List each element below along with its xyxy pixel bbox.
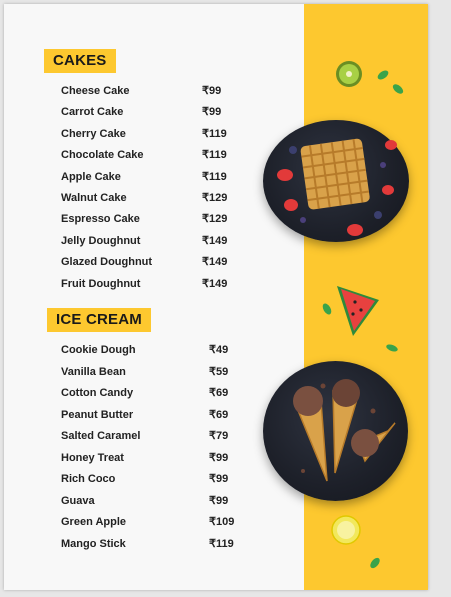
- ice-cream-item-price: ₹99: [209, 494, 229, 507]
- cake-item-name: Cheese Cake: [61, 85, 130, 97]
- cake-item-name: Glazed Doughnut: [61, 256, 153, 269]
- watermelon-slice-icon: [337, 286, 379, 336]
- ice-cream-item-name: Guava: [61, 494, 95, 507]
- cake-item-price: ₹119: [202, 127, 227, 140]
- cake-row: Espresso Cake ₹129: [61, 210, 242, 228]
- lemon-slice-icon: [331, 515, 361, 545]
- mint-leaf-icon: [386, 344, 398, 352]
- mint-leaf-icon: [377, 70, 389, 80]
- ice-cream-row: Vanilla Bean ₹59: [61, 363, 249, 381]
- ice-cream-item-name: Cookie Dough: [61, 344, 136, 356]
- cake-item-name: Chocolate Cake: [61, 149, 144, 162]
- cake-row: Chocolate Cake ₹119: [61, 146, 242, 164]
- cake-item-name: Apple Cake: [61, 170, 121, 183]
- ice-cream-item-name: Honey Treat: [61, 451, 124, 464]
- ice-cream-item-price: ₹59: [209, 365, 229, 378]
- ice-cream-item-price: ₹99: [209, 451, 229, 464]
- ice-cream-row: Cookie Dough ₹49: [61, 341, 249, 359]
- cake-item-price: ₹129: [202, 192, 228, 204]
- cakes-section-title: CAKES: [44, 49, 116, 73]
- mint-leaf-icon: [370, 557, 380, 569]
- mint-leaf-icon: [392, 84, 404, 94]
- ice-cream-item-price: ₹79: [209, 430, 229, 442]
- cake-row: Glazed Doughnut ₹149: [61, 253, 242, 271]
- ice-cream-item-price: ₹99: [209, 473, 229, 485]
- ice-cream-row: Honey Treat ₹99: [61, 449, 249, 467]
- cake-row: Jelly Doughnut ₹149: [61, 232, 242, 250]
- cake-item-name: Walnut Cake: [61, 192, 127, 204]
- cake-row: Cherry Cake ₹119: [61, 125, 242, 143]
- cake-item-price: ₹99: [202, 85, 222, 97]
- ice-cream-item-name: Mango Stick: [61, 537, 126, 550]
- ice-cream-item-price: ₹49: [209, 344, 229, 356]
- ice-cream-plate-image: [263, 361, 408, 501]
- cake-item-name: Fruit Doughnut: [61, 277, 141, 290]
- ice-cream-item-price: ₹69: [209, 387, 229, 399]
- ice-cream-row: Salted Caramel ₹79: [61, 427, 249, 445]
- ice-cream-item-name: Vanilla Bean: [61, 365, 126, 378]
- cake-item-name: Carrot Cake: [61, 106, 124, 119]
- waffle-with-berries-icon: [277, 138, 397, 236]
- ice-cream-item-name: Cotton Candy: [61, 387, 134, 399]
- cake-row: Carrot Cake ₹99: [61, 103, 242, 121]
- ice-cream-item-price: ₹109: [209, 516, 235, 528]
- cake-item-name: Cherry Cake: [61, 127, 126, 140]
- mint-leaf-icon: [322, 303, 332, 315]
- cake-row: Cheese Cake ₹99: [61, 82, 242, 100]
- waffle-plate-image: [263, 120, 409, 242]
- ice-cream-cones-icon: [293, 379, 396, 482]
- cake-row: Fruit Doughnut ₹149: [61, 275, 242, 293]
- cake-item-price: ₹149: [202, 277, 228, 290]
- ice-cream-section-title: ICE CREAM: [47, 308, 151, 332]
- cake-item-price: ₹129: [202, 213, 228, 226]
- ice-cream-row: Guava ₹99: [61, 492, 249, 510]
- ice-cream-item-name: Peanut Butter: [61, 408, 134, 421]
- cake-row: Walnut Cake ₹129: [61, 189, 242, 207]
- cake-item-price: ₹119: [202, 149, 227, 162]
- cake-item-name: Espresso Cake: [61, 213, 140, 226]
- cake-row: Apple Cake ₹119: [61, 168, 242, 186]
- ice-cream-item-price: ₹119: [209, 537, 234, 550]
- ice-cream-item-name: Salted Caramel: [61, 430, 141, 442]
- kiwi-slice-icon: [336, 61, 362, 87]
- cake-item-price: ₹149: [202, 256, 228, 269]
- ice-cream-item-name: Rich Coco: [61, 473, 116, 485]
- cake-item-price: ₹149: [202, 234, 228, 247]
- ice-cream-row: Cotton Candy ₹69: [61, 384, 249, 402]
- ice-cream-item-name: Green Apple: [61, 516, 126, 528]
- ice-cream-row: Rich Coco ₹99: [61, 470, 249, 488]
- ice-cream-row: Mango Stick ₹119: [61, 535, 249, 553]
- ice-cream-row: Green Apple ₹109: [61, 513, 249, 531]
- ice-cream-item-price: ₹69: [209, 408, 229, 421]
- menu-page: CAKES Cheese Cake ₹99 Carrot Cake ₹99 Cherry…: [4, 4, 428, 590]
- cake-item-price: ₹99: [202, 106, 222, 119]
- cake-item-price: ₹119: [202, 170, 227, 183]
- cake-item-name: Jelly Doughnut: [61, 234, 141, 247]
- ice-cream-row: Peanut Butter ₹69: [61, 406, 249, 424]
